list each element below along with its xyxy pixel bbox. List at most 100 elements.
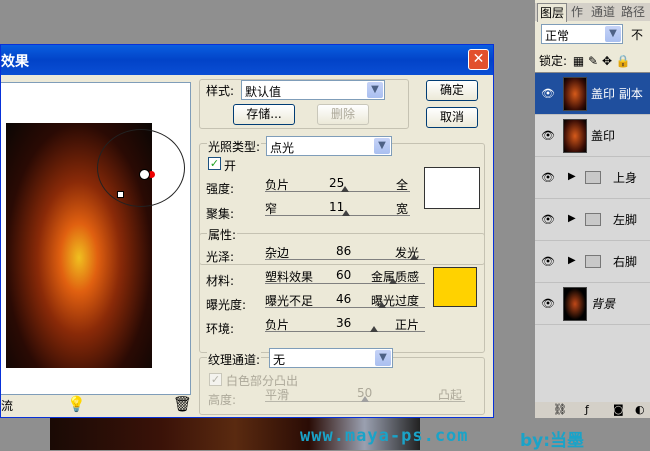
focus-label: 聚集: [206, 207, 235, 221]
height-slider-thumb[interactable] [361, 396, 369, 402]
adjustment-icon[interactable]: ◐ [635, 403, 645, 416]
layer-list-empty [535, 325, 650, 403]
light-type-label: 光照类型: [207, 138, 262, 155]
layer-name: 右脚 [613, 255, 638, 269]
lock-row: 锁定: ▦ ✎ ✥ 🔒 [539, 52, 631, 69]
layer-name: 盖印 [591, 129, 616, 143]
layer-row[interactable]: 👁 盖印 副本 [535, 73, 650, 115]
eye-icon[interactable]: 👁 [541, 297, 555, 310]
light-ellipse-handle[interactable] [97, 129, 185, 207]
dialog-title: 效果 [1, 54, 29, 70]
expand-triangle-icon[interactable]: ▶ [568, 171, 576, 182]
layer-thumbnail [563, 119, 587, 153]
material-label: 材料: [206, 274, 235, 288]
blend-mode-select[interactable]: 正常 ▼ [541, 24, 623, 44]
tab-actions[interactable]: 作 [569, 3, 585, 21]
white-high-checkbox[interactable]: ✓ [209, 373, 222, 386]
ambience-label: 环境: [206, 322, 235, 336]
focus-slider-track[interactable] [265, 215, 410, 216]
properties-label: 属性: [207, 226, 238, 243]
chevron-down-icon: ▼ [367, 82, 383, 98]
folder-icon [585, 255, 601, 268]
lock-paint-icon[interactable]: ✎ [588, 54, 598, 68]
material-value: 60 [336, 268, 352, 282]
gloss-slider-thumb[interactable] [409, 254, 418, 260]
mask-icon[interactable]: ◙ [613, 403, 624, 416]
link-icon[interactable]: ⛓ [553, 403, 567, 416]
watermark-author: by:当墨 [520, 431, 585, 451]
dialog-titlebar[interactable]: 效果 ✕ [1, 45, 493, 75]
close-button[interactable]: ✕ [468, 49, 489, 70]
lock-transparency-icon[interactable]: ▦ [573, 54, 584, 68]
layer-row[interactable]: 👁 ▶ 上身 [535, 157, 650, 199]
cancel-button[interactable]: 取消 [426, 107, 478, 128]
light-center-handle[interactable] [117, 191, 124, 198]
light-color-swatch[interactable] [424, 167, 480, 209]
watermark-url: www.maya-ps.com [300, 426, 469, 446]
light-type-select[interactable]: 点光 ▼ [266, 136, 392, 156]
trash-icon[interactable]: 🗑 [173, 395, 192, 413]
lock-label: 锁定: [539, 54, 568, 68]
tab-layers[interactable]: 图层 [537, 3, 568, 22]
texture-channel-select[interactable]: 无 ▼ [269, 348, 393, 368]
material-slider-track[interactable] [265, 283, 425, 284]
layer-list: 👁 盖印 副本 👁 盖印 👁 ▶ 上身 👁 ▶ 左脚 👁 ▶ 右脚 👁 背景 [535, 72, 650, 403]
layer-row[interactable]: 👁 ▶ 右脚 [535, 241, 650, 283]
focus-slider-thumb[interactable] [342, 210, 351, 216]
folder-icon [585, 213, 601, 226]
intensity-slider-track[interactable] [265, 191, 410, 192]
blend-mode-value: 正常 [545, 29, 570, 43]
light-focus-handle[interactable] [139, 169, 150, 180]
folder-icon [585, 171, 601, 184]
preview-pane[interactable] [1, 82, 191, 395]
ambience-slider-thumb[interactable] [369, 326, 378, 332]
style-select[interactable]: 默认值 ▼ [241, 80, 385, 100]
layer-row[interactable]: 👁 背景 [535, 283, 650, 325]
tab-paths[interactable]: 路径 [619, 3, 647, 21]
eye-icon[interactable]: 👁 [541, 87, 555, 100]
eye-icon[interactable]: 👁 [541, 171, 555, 184]
expand-triangle-icon[interactable]: ▶ [568, 213, 576, 224]
layers-panel: 图层 作 通道 路径 正常 ▼ 不 锁定: ▦ ✎ ✥ 🔒 👁 盖印 副本 👁 … [534, 0, 650, 418]
panel-footer: ⛓ ƒ ◙ ◐ [535, 402, 650, 418]
expand-triangle-icon[interactable]: ▶ [568, 255, 576, 266]
layer-name: 左脚 [613, 213, 638, 227]
delete-style-button[interactable]: 删除 [317, 104, 369, 125]
lock-all-icon[interactable]: 🔒 [616, 54, 631, 68]
layer-style-icon[interactable]: ƒ [585, 403, 589, 416]
layer-row[interactable]: 👁 ▶ 左脚 [535, 199, 650, 241]
gloss-label: 光泽: [206, 250, 235, 264]
opacity-label: 不 [631, 28, 644, 42]
ambience-slider-track[interactable] [265, 331, 425, 332]
layer-thumbnail [563, 287, 587, 321]
eye-icon[interactable]: 👁 [541, 129, 555, 142]
lightbulb-icon[interactable]: 💡 [67, 395, 86, 413]
layer-row[interactable]: 👁 盖印 [535, 115, 650, 157]
layer-name: 背景 [591, 297, 616, 311]
intensity-label: 强度: [206, 182, 235, 196]
intensity-slider-thumb[interactable] [340, 186, 349, 192]
lighting-effects-dialog: 效果 ✕ 流 💡 🗑 样式: 默认值 ▼ 存储... 删除 确定 取消 光照类型… [0, 44, 494, 418]
exposure-label: 曝光度: [206, 298, 247, 312]
style-value: 默认值 [245, 85, 282, 99]
ok-button[interactable]: 确定 [426, 80, 478, 101]
tab-channels[interactable]: 通道 [589, 3, 617, 21]
chevron-down-icon: ▼ [605, 26, 621, 42]
eye-icon[interactable]: 👁 [541, 213, 555, 226]
light-type-value: 点光 [270, 141, 295, 155]
texture-channel-label: 纹理通道: [207, 351, 262, 368]
lock-move-icon[interactable]: ✥ [602, 54, 612, 68]
ambience-value: 36 [336, 316, 352, 330]
panel-tabs: 图层 作 通道 路径 [535, 3, 650, 22]
exposure-slider-track[interactable] [265, 307, 425, 308]
close-icon: ✕ [472, 51, 485, 67]
texture-channel-value: 无 [273, 353, 286, 367]
eye-icon[interactable]: 👁 [541, 255, 555, 268]
ambient-color-swatch[interactable] [433, 267, 477, 307]
save-style-button[interactable]: 存储... [233, 104, 295, 125]
exposure-slider-thumb[interactable] [377, 302, 386, 308]
light-on-checkbox[interactable]: ✓ [208, 157, 221, 170]
gloss-slider-track[interactable] [265, 259, 425, 260]
style-label: 样式: [206, 84, 235, 98]
material-slider-thumb[interactable] [389, 278, 397, 284]
